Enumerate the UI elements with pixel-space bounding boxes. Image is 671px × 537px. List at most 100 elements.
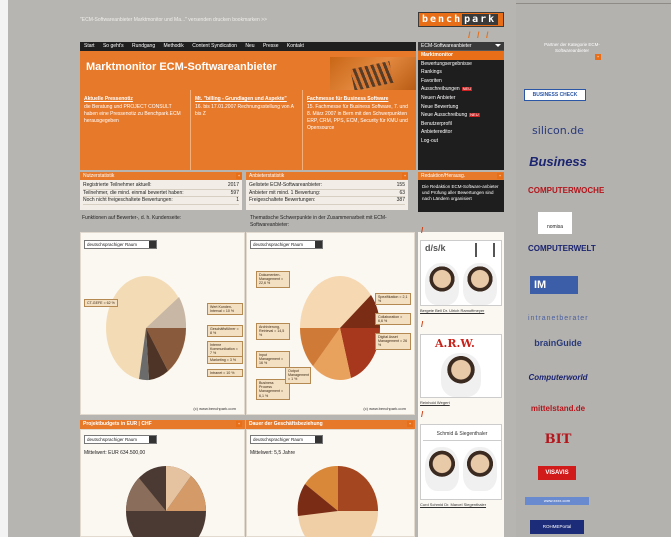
partner-logo-businesscheck[interactable]: BUSINESS CHECK: [524, 89, 586, 101]
chart-panel-functions: deutschsprachiger Raum CT-GEFE = 62 % We…: [80, 232, 245, 415]
sidebar-item-neuen-anbieter[interactable]: Neuen Anbieter: [418, 94, 504, 103]
screenshot-stage: "ECM-Softwareanbieter Marktmonitor und M…: [0, 0, 671, 537]
budget-mean: Mittelwert: EUR 634.500,00: [84, 450, 146, 456]
benchpark-logo[interactable]: bench park: [418, 12, 504, 27]
chart-caption-left: Funktionen auf Bewerter-, d. h. Kundense…: [82, 215, 182, 221]
page-title: Marktmonitor ECM-Softwareanbieter: [86, 61, 277, 73]
plus-icon[interactable]: +: [236, 173, 242, 179]
stat-value: 597: [230, 189, 239, 196]
partner-logo-intranetberater[interactable]: intranetberater: [528, 315, 588, 322]
nav-so-gehts[interactable]: So geht's: [103, 43, 124, 49]
person-card-arw[interactable]: A.R.W.: [420, 334, 502, 398]
sidebar-item-neue-ausschreibung[interactable]: Neue Ausschreibung NEU: [418, 111, 504, 120]
top-links[interactable]: "ECM-Softwareanbieter Marktmonitor und M…: [80, 17, 267, 23]
person-name[interactable]: Bergete Bell Dr. Ulrich Ramoffmeyer: [420, 308, 490, 313]
slash-icon: /: [421, 410, 424, 419]
company-logo-dsk: d/s/k: [425, 243, 446, 253]
right-background: [516, 0, 671, 537]
partner-logo-nomisa[interactable]: nomisa: [538, 212, 572, 234]
news-title-2[interactable]: Mt. "billing - Grundlagen und Aspekte": [195, 96, 298, 103]
pie-label: Geschäftsführer = 8 %: [207, 325, 243, 338]
panel-footer: (c) www.benchpark.com: [363, 406, 406, 411]
plus-icon[interactable]: +: [407, 421, 413, 427]
plus-icon[interactable]: +: [236, 421, 242, 427]
partner-logo-visavis[interactable]: VISAVIS: [538, 466, 576, 480]
dauer-mean: Mittelwert: 5,5 Jahre: [250, 450, 296, 456]
nav-methodik[interactable]: Methodik: [164, 43, 184, 49]
sidebar-item-rankings[interactable]: Rankings: [418, 68, 504, 77]
sidebar-item-marktmonitor[interactable]: Marktmonitor: [418, 51, 504, 60]
nav-rundgang[interactable]: Rundgang: [132, 43, 155, 49]
news-title-3[interactable]: Fachmesse für Business Software: [307, 96, 412, 103]
stat-value: 63: [399, 189, 405, 196]
region-select[interactable]: deutschsprachiger Raum: [84, 240, 157, 249]
pie-label: Digital Asset Management = 26 %: [375, 333, 411, 350]
person-card-dsk[interactable]: d/s/k: [420, 240, 502, 306]
dauer-panel: deutschsprachiger Raum Mittelwert: 5,5 J…: [246, 429, 415, 537]
nav-content-syndication[interactable]: Content Syndication: [192, 43, 237, 49]
partner-logo-business[interactable]: Business: [528, 154, 588, 169]
hero-image: [330, 57, 416, 90]
sidebar-item-favoriten[interactable]: Favoriten: [418, 77, 504, 86]
portrait-photo: [441, 353, 481, 397]
pie-label: Wert Kunden-Interval = 10 %: [207, 303, 243, 316]
sidebar-item-bewertungsergebnisse[interactable]: Bewertungsergebnisse: [418, 60, 504, 69]
budget-header[interactable]: Projektbudgets in EUR | CHF: [80, 420, 245, 429]
sidebar-item-anbietereditor[interactable]: Anbietereditor: [418, 128, 504, 137]
logo-left: bench: [422, 14, 463, 25]
partner-logo-brainguide[interactable]: brainGuide: [528, 338, 588, 348]
person-name[interactable]: Curd Schmid Dr. Marcel Siegenthaler: [420, 502, 490, 507]
partner-logo-im[interactable]: IM: [530, 276, 578, 294]
region-select[interactable]: deutschsprachiger Raum: [250, 435, 323, 444]
sidebar-menu-items: Marktmonitor Bewertungsergebnisse Rankings…: [418, 51, 504, 146]
partner-logo-www[interactable]: www.xxxx.com: [525, 497, 589, 505]
person-name[interactable]: Reinhold Wegert: [420, 400, 450, 405]
company-logo-icon: [475, 243, 495, 257]
plus-icon[interactable]: +: [595, 54, 601, 60]
sidebar-item-benutzerprofil[interactable]: Benutzerprofil: [418, 120, 504, 129]
nav-neu[interactable]: Neu: [245, 43, 254, 49]
sidebar-item-label: Neue Ausschreibung: [421, 112, 468, 119]
partner-logo-silicon[interactable]: silicon.de: [528, 124, 588, 137]
logo-slashes-icon: / / /: [468, 30, 491, 40]
nutzerstatistik-header: Nutzerstatistik: [80, 172, 242, 180]
pie-label: Marketing = 3 %: [207, 356, 243, 365]
sidebar-item-label: Neue Bewertung: [421, 103, 459, 110]
stat-row: Teilnehmer, die mind. einmal bewertet ha…: [83, 189, 239, 197]
news-body-1: die Beratung und PROJECT CONSULT haben e…: [84, 104, 181, 124]
stat-row: Registrierte Teilnehmer aktuell: 2017: [83, 182, 239, 190]
sidebar-item-label: Bewertungsergebnisse: [421, 60, 472, 67]
partner-logo-mittelstand[interactable]: mittelstand.de: [528, 404, 588, 413]
partner-logo-computerworld[interactable]: Computerworld: [528, 373, 588, 382]
new-badge: NEU: [461, 86, 473, 92]
partner-logo-computerwoche[interactable]: COMPUTERWOCHE: [528, 186, 604, 195]
nav-start[interactable]: Start: [84, 43, 95, 49]
category-select[interactable]: ECM-Softwareanbieter: [418, 42, 504, 51]
sidebar-item-ausschreibungen[interactable]: Ausschreibungen NEU: [418, 85, 504, 94]
stat-value: 2017: [227, 182, 239, 188]
plus-icon[interactable]: +: [402, 173, 408, 179]
partner-logo-bit[interactable]: BIT: [528, 432, 588, 447]
nav-kontakt[interactable]: Kontakt: [287, 43, 304, 49]
news-title-1[interactable]: Aktuelle Pressenotiz: [84, 96, 186, 103]
region-select[interactable]: deutschsprachiger Raum: [250, 240, 323, 249]
functions-pie-chart: [106, 276, 187, 381]
pie-label: Output Management = 1 %: [285, 367, 311, 384]
plus-icon[interactable]: +: [497, 173, 503, 179]
budget-panel: deutschsprachiger Raum Mittelwert: EUR 6…: [80, 429, 245, 537]
sidebar-item-label: Rankings: [421, 69, 442, 76]
left-margin: [0, 0, 8, 537]
nav-presse[interactable]: Presse: [263, 43, 279, 49]
sidebar-item-log-out[interactable]: Log-out: [418, 137, 504, 146]
sidebar-item-label: Ausschreibungen: [421, 86, 460, 93]
partner-logo-computerwelt[interactable]: COMPUTERWELT: [528, 244, 596, 253]
stat-label: Freigeschaltete Bewertungen:: [249, 197, 316, 203]
sidebar-item-neue-bewertung[interactable]: Neue Bewertung: [418, 103, 504, 112]
sidebar-item-label: Neuen Anbieter: [421, 94, 456, 101]
region-select[interactable]: deutschsprachiger Raum: [84, 435, 157, 444]
partner-logo-rohmeportal[interactable]: ROHMEPortal: [530, 520, 584, 534]
portrait-photo: [463, 447, 497, 491]
top-navigation: Start So geht's Rundgang Methodik Conten…: [80, 42, 416, 51]
person-card-schmid[interactable]: Schmid & Siegenthaler: [420, 424, 502, 500]
news-body-3: 15. Fachmesse für Business Software, 7. …: [307, 104, 408, 131]
